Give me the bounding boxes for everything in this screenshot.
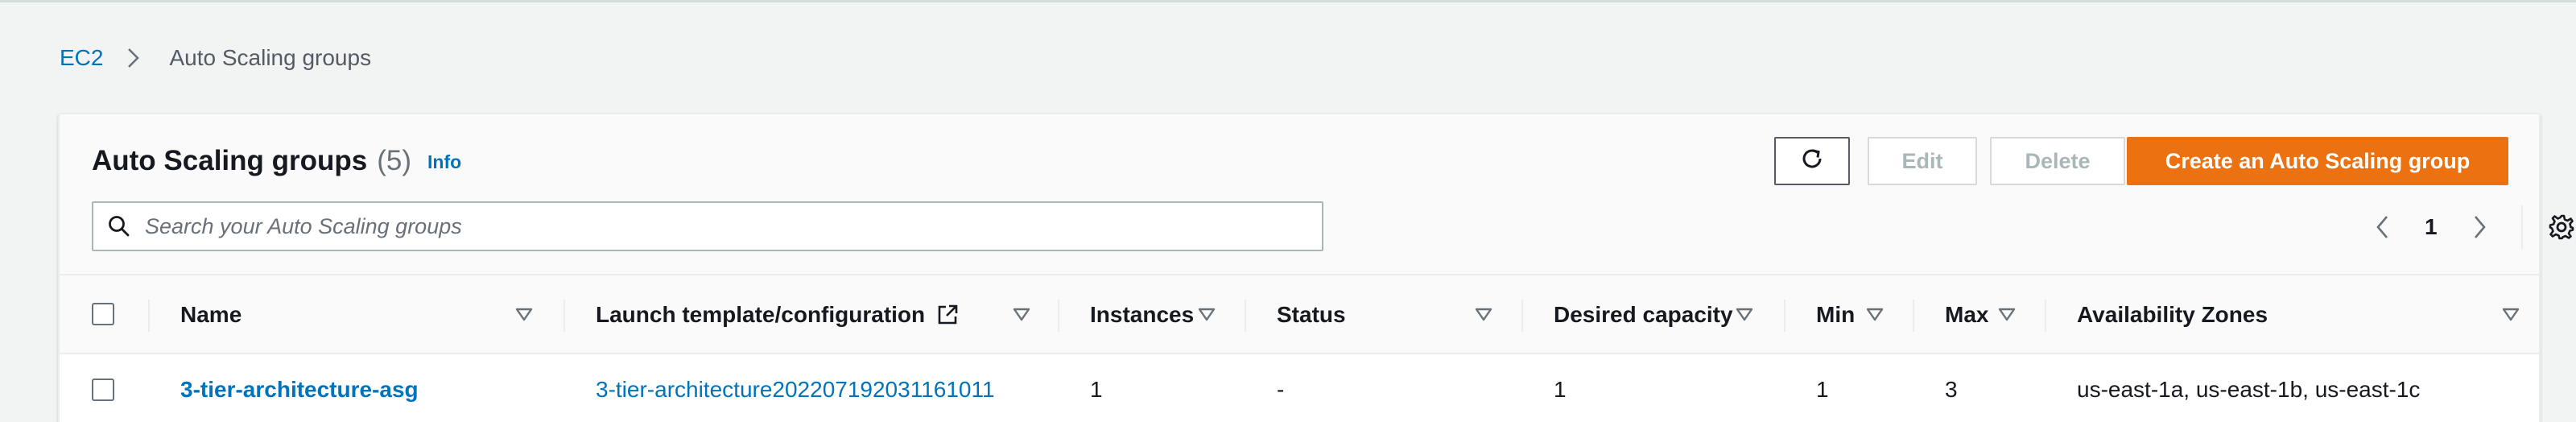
auto-scaling-groups-panel: Auto Scaling groups (5) Info Edit Dele bbox=[58, 113, 2574, 422]
availability-zones-cell: us-east-1a, us-east-1b, us-east-1c bbox=[2077, 377, 2421, 402]
row-checkbox[interactable] bbox=[92, 379, 114, 401]
gear-icon[interactable] bbox=[2544, 209, 2576, 245]
refresh-button[interactable] bbox=[1774, 137, 1850, 185]
column-header-min[interactable]: Min bbox=[1816, 275, 1855, 354]
external-link-icon bbox=[936, 304, 959, 326]
desired-capacity-cell: 1 bbox=[1554, 377, 1567, 402]
sort-icon[interactable] bbox=[2500, 304, 2521, 325]
sort-icon[interactable] bbox=[1011, 304, 1032, 325]
sort-icon[interactable] bbox=[1996, 304, 2017, 325]
title-row: Auto Scaling groups (5) Info bbox=[92, 145, 461, 177]
next-page-icon[interactable] bbox=[2462, 209, 2497, 245]
status-cell: - bbox=[1277, 377, 1285, 402]
select-all-checkbox[interactable] bbox=[92, 303, 114, 325]
column-header-status[interactable]: Status bbox=[1277, 275, 1346, 354]
column-divider bbox=[1913, 300, 1914, 332]
column-header-launch-template-label: Launch template/configuration bbox=[596, 302, 926, 327]
breadcrumb-ec2-link[interactable]: EC2 bbox=[60, 45, 103, 71]
edit-button[interactable]: Edit bbox=[1868, 137, 1977, 185]
delete-button[interactable]: Delete bbox=[1990, 137, 2125, 185]
sort-icon[interactable] bbox=[1473, 304, 1494, 325]
column-divider bbox=[1058, 300, 1059, 332]
search-icon bbox=[93, 203, 145, 250]
info-link[interactable]: Info bbox=[427, 151, 461, 173]
sort-icon[interactable] bbox=[1864, 304, 1885, 325]
column-divider bbox=[148, 300, 150, 332]
column-divider bbox=[1784, 300, 1785, 332]
chevron-right-icon bbox=[126, 47, 148, 69]
instances-cell: 1 bbox=[1090, 377, 1103, 402]
create-auto-scaling-group-button[interactable]: Create an Auto Scaling group bbox=[2127, 137, 2508, 185]
breadcrumb: EC2 Auto Scaling groups bbox=[60, 42, 371, 74]
table-row[interactable]: 3-tier-architecture-asg 3-tier-architect… bbox=[60, 354, 2539, 422]
column-header-desired-capacity[interactable]: Desired capacity bbox=[1554, 275, 1733, 354]
min-cell: 1 bbox=[1816, 377, 1829, 402]
panel-header: Auto Scaling groups (5) Info Edit Dele bbox=[60, 114, 2574, 275]
page-title: Auto Scaling groups bbox=[92, 145, 368, 176]
column-divider bbox=[1245, 300, 1246, 332]
search-input[interactable] bbox=[145, 204, 1322, 249]
pagination-divider bbox=[2520, 205, 2523, 249]
sort-icon[interactable] bbox=[514, 304, 535, 325]
top-border bbox=[0, 0, 2576, 2]
pagination: 1 bbox=[2365, 201, 2576, 253]
asg-name-link[interactable]: 3-tier-architecture-asg bbox=[180, 354, 419, 422]
previous-page-icon[interactable] bbox=[2365, 209, 2401, 245]
max-cell: 3 bbox=[1945, 377, 1958, 402]
launch-template-link[interactable]: 3-tier-architecture20220719203116​1011 bbox=[596, 354, 995, 422]
column-header-instances[interactable]: Instances bbox=[1090, 275, 1194, 354]
current-page-number[interactable]: 1 bbox=[2425, 214, 2438, 240]
breadcrumb-current: Auto Scaling groups bbox=[169, 45, 372, 70]
column-divider bbox=[564, 300, 565, 332]
column-divider bbox=[1521, 300, 1523, 332]
column-header-launch-template[interactable]: Launch template/configuration bbox=[596, 275, 959, 354]
column-header-name[interactable]: Name bbox=[180, 275, 242, 354]
table-header: Name Launch template/configuration Insta… bbox=[60, 275, 2539, 354]
column-header-availability-zones[interactable]: Availability Zones bbox=[2077, 275, 2268, 354]
search-box bbox=[92, 201, 1323, 251]
sort-icon[interactable] bbox=[1734, 304, 1755, 325]
column-header-max[interactable]: Max bbox=[1945, 275, 1988, 354]
refresh-icon bbox=[1799, 146, 1825, 177]
sort-icon[interactable] bbox=[1196, 304, 1217, 325]
group-count: (5) bbox=[377, 145, 412, 176]
column-divider bbox=[2045, 300, 2046, 332]
